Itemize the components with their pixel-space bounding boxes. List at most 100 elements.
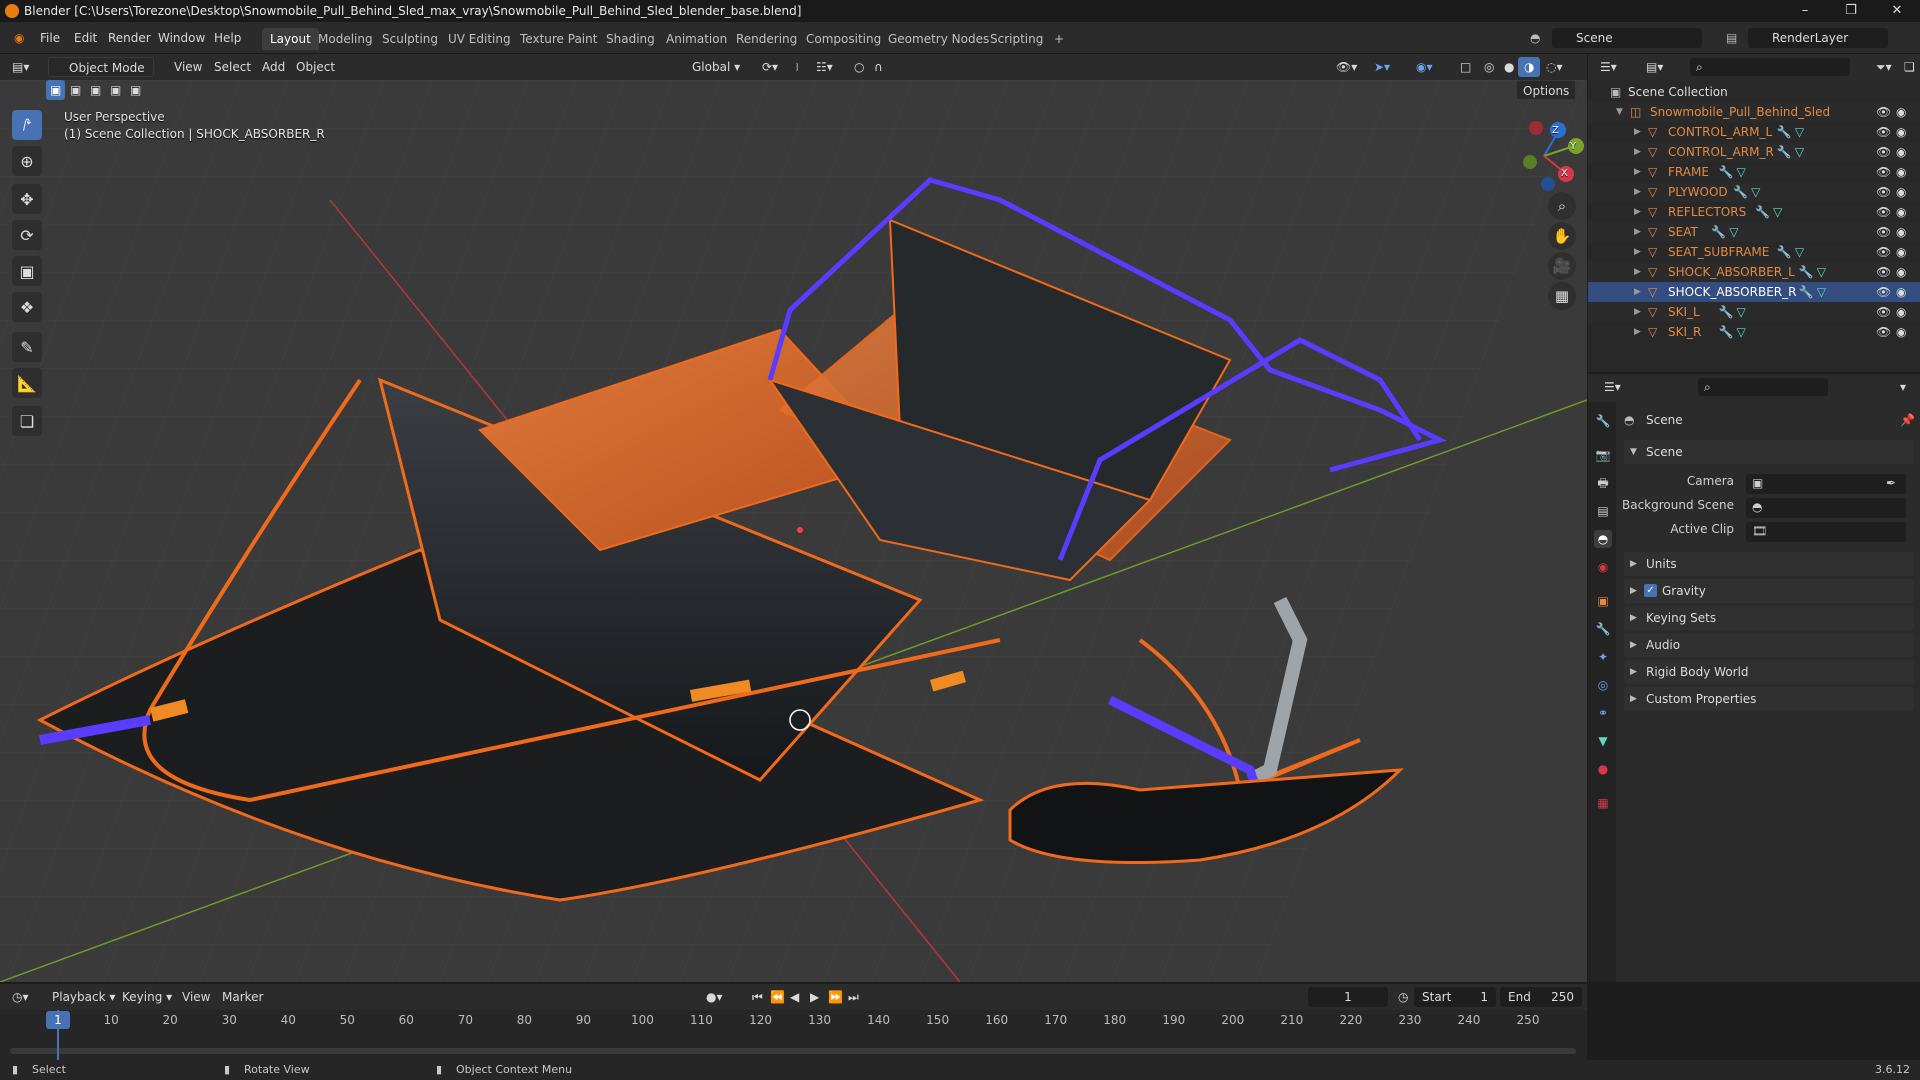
modifier-icon[interactable]: 🔧	[1777, 122, 1792, 142]
add-cube-icon[interactable]: ❏	[12, 406, 42, 436]
collection-row[interactable]: ▼ ◫ Snowmobile_Pull_Behind_Sled 👁 ◉	[1588, 102, 1920, 122]
camera-icon[interactable]: ◉	[1896, 302, 1906, 322]
falloff-icon[interactable]: ∩	[868, 57, 889, 77]
mesh-data-icon[interactable]: ▽	[1817, 262, 1826, 282]
3d-viewport[interactable]: Z Y X User Perspective (1) Scene Collect…	[0, 80, 1587, 982]
tab-texture-paint[interactable]: Texture Paint	[512, 28, 605, 50]
menu-keying[interactable]: Keying ▾	[116, 987, 178, 1007]
scale-icon[interactable]: ▣	[12, 256, 42, 286]
scene-collection-row[interactable]: ▣ Scene Collection	[1588, 82, 1920, 102]
menu-marker[interactable]: Marker	[216, 987, 269, 1007]
ortho-toggle-icon[interactable]: ▦	[1548, 282, 1576, 310]
eye-icon[interactable]: 👁	[1876, 182, 1891, 202]
gizmo-neg-x-icon[interactable]	[1529, 121, 1543, 135]
timeline[interactable]: 1102030405060708090100110120130140150160…	[0, 1010, 1587, 1060]
mesh-data-icon[interactable]: ▽	[1773, 202, 1782, 222]
new-collection-icon[interactable]: ❏	[1898, 57, 1920, 77]
options-button[interactable]: Options	[1516, 80, 1577, 100]
preview-range-icon[interactable]: ◷	[1392, 987, 1414, 1007]
keying-sets-panel[interactable]: ▶ Keying Sets	[1624, 606, 1914, 630]
maximize-icon[interactable]: ❐	[1828, 0, 1874, 22]
camera-icon[interactable]: ◉	[1896, 182, 1906, 202]
mode-selector[interactable]: Object Mode ▾	[48, 57, 154, 95]
view-layer-selector[interactable]: RenderLayer	[1748, 28, 1888, 48]
modifier-icon[interactable]: 🔧	[1777, 242, 1792, 262]
mesh-data-icon[interactable]: ▽	[1795, 142, 1804, 162]
modifier-icon[interactable]: 🔧	[1719, 162, 1734, 182]
modifier-icon[interactable]: 🔧	[1755, 202, 1770, 222]
camera-icon[interactable]: ◉	[1896, 282, 1906, 302]
mesh-data-icon[interactable]: ▽	[1737, 322, 1746, 342]
gravity-checkbox[interactable]: ✓	[1644, 584, 1657, 597]
move-icon[interactable]: ✥	[12, 184, 42, 214]
playhead-frame-label[interactable]: 1	[46, 1011, 70, 1029]
start-frame-field[interactable]: Start 1	[1414, 987, 1496, 1007]
properties-editor-type-icon[interactable]: ☰▾	[1598, 377, 1627, 397]
outliner-object-row[interactable]: ▶ ▽ FRAME 🔧 ▽ 👁 ◉	[1588, 162, 1920, 182]
modifier-icon[interactable]: 🔧	[1799, 282, 1814, 302]
editor-type-icon[interactable]: ▤▾	[6, 57, 35, 77]
camera-icon[interactable]: ◉	[1896, 222, 1906, 242]
background-scene-field[interactable]: ◓	[1746, 498, 1906, 518]
audio-panel[interactable]: ▶ Audio	[1624, 633, 1914, 657]
object-tab-icon[interactable]: ▣	[1594, 592, 1612, 610]
menu-object[interactable]: Object	[290, 57, 341, 77]
zoom-icon[interactable]: ⌕	[1548, 192, 1576, 220]
expand-icon[interactable]: ▶	[1634, 222, 1641, 242]
output-tab-icon[interactable]: 🖶	[1594, 474, 1612, 492]
menu-view[interactable]: View	[168, 57, 208, 77]
outliner[interactable]: ▣ Scene Collection ▼ ◫ Snowmobile_Pull_B…	[1588, 80, 1920, 372]
transform-orientation-selector[interactable]: Global ▾	[670, 57, 746, 77]
outliner-object-row[interactable]: ▶ ▽ SKI_L 🔧 ▽ 👁 ◉	[1588, 302, 1920, 322]
menu-file[interactable]: File	[34, 29, 66, 47]
eye-icon[interactable]: 👁	[1876, 302, 1891, 322]
camera-icon[interactable]: ◉	[1896, 262, 1906, 282]
scene-selector[interactable]: Scene	[1552, 28, 1702, 48]
modifier-icon[interactable]: 🔧	[1799, 262, 1814, 282]
overlays-icon[interactable]: ◉▾	[1410, 57, 1439, 77]
modifier-icon[interactable]: 🔧	[1719, 322, 1734, 342]
play-reverse-icon[interactable]: ◀	[784, 987, 805, 1007]
menu-edit[interactable]: Edit	[68, 29, 103, 47]
tab-sculpting[interactable]: Sculpting	[374, 28, 446, 50]
mesh-data-icon[interactable]: ▽	[1737, 302, 1746, 322]
eye-icon[interactable]: 👁	[1876, 322, 1891, 342]
outliner-object-row[interactable]: ▶ ▽ SHOCK_ABSORBER_L 🔧 ▽ 👁 ◉	[1588, 262, 1920, 282]
units-panel[interactable]: ▶ Units	[1624, 552, 1914, 576]
annotate-icon[interactable]: ✎	[12, 332, 42, 362]
tab-uv-editing[interactable]: UV Editing	[440, 28, 519, 50]
outliner-object-row[interactable]: ▶ ▽ CONTROL_ARM_R 🔧 ▽ 👁 ◉	[1588, 142, 1920, 162]
menu-render[interactable]: Render	[102, 29, 157, 47]
tab-shading[interactable]: Shading	[598, 28, 663, 50]
blender-menu-icon[interactable]: ◉	[8, 29, 30, 47]
properties-search-input[interactable]: ⌕	[1698, 378, 1828, 396]
outliner-object-row[interactable]: ▶ ▽ CONTROL_ARM_L 🔧 ▽ 👁 ◉	[1588, 122, 1920, 142]
pivot-point-icon[interactable]: ⟳▾	[756, 57, 784, 77]
outliner-editor-type-icon[interactable]: ☰▾	[1594, 57, 1623, 77]
camera-view-icon[interactable]: 🎥	[1548, 252, 1576, 280]
filter-icon[interactable]: ⏷▾	[1870, 57, 1898, 77]
timeline-scrollbar[interactable]	[10, 1048, 1576, 1054]
expand-icon[interactable]: ▶	[1634, 202, 1641, 222]
eye-icon[interactable]: 👁	[1876, 162, 1891, 182]
select-box-icon[interactable]: ⭚	[12, 110, 42, 140]
eye-icon[interactable]: 👁	[1876, 262, 1891, 282]
mesh-data-icon[interactable]: ▽	[1737, 162, 1746, 182]
mesh-data-icon[interactable]: ▽	[1795, 242, 1804, 262]
mesh-data-icon[interactable]: ▽	[1795, 122, 1804, 142]
shading-rendered-icon[interactable]: ◌▾	[1540, 57, 1569, 77]
material-tab-icon[interactable]: ●	[1594, 760, 1612, 778]
modifier-icon[interactable]: 🔧	[1719, 302, 1734, 322]
modifier-icon[interactable]: 🔧	[1777, 142, 1792, 162]
scene-browse-icon[interactable]: ◓	[1524, 29, 1546, 47]
camera-icon[interactable]: ◉	[1896, 122, 1906, 142]
texture-tab-icon[interactable]: ▦	[1594, 794, 1612, 812]
tab-rendering[interactable]: Rendering	[728, 28, 805, 50]
eye-icon[interactable]: 👁	[1876, 242, 1891, 262]
outliner-object-row[interactable]: ▶ ▽ SEAT_SUBFRAME 🔧 ▽ 👁 ◉	[1588, 242, 1920, 262]
gizmo-neg-z-icon[interactable]	[1541, 177, 1555, 191]
gizmo-neg-y-icon[interactable]	[1523, 155, 1537, 169]
visibility-icon[interactable]: 👁▾	[1330, 57, 1363, 77]
select-mode-invert-icon[interactable]: ▣	[106, 80, 125, 100]
modifier-icon[interactable]: 🔧	[1711, 222, 1726, 242]
